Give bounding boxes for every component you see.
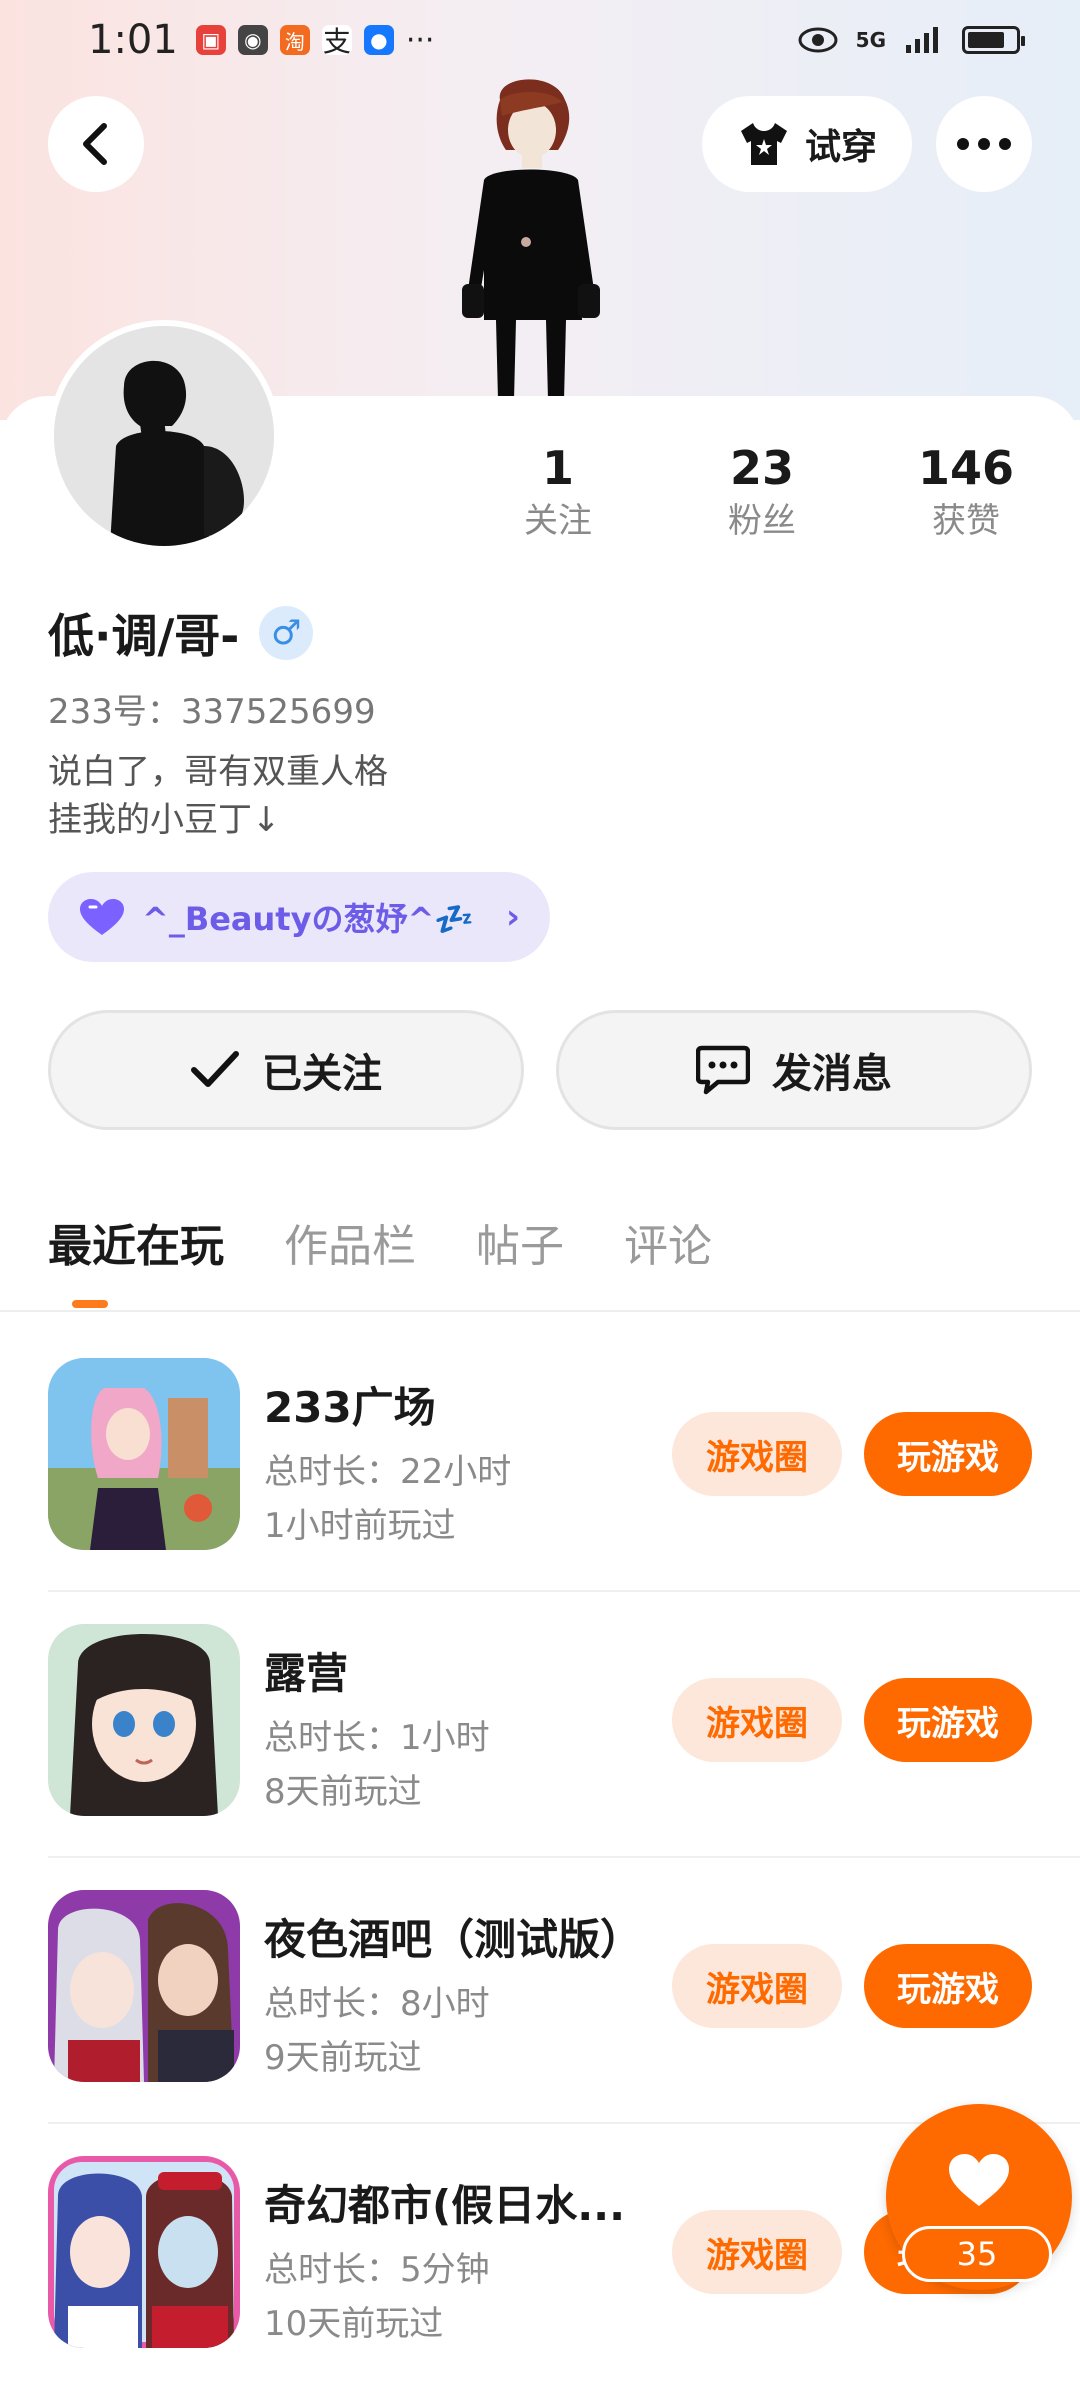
game-list-item[interactable]: 夜色酒吧（测试版） 总时长：8小时 9天前玩过 游戏圈 玩游戏	[48, 1890, 1032, 2086]
following-label: 已关注	[262, 1051, 382, 1097]
profile-tabs: 最近在玩 作品栏 帖子 评论	[48, 1210, 712, 1274]
bio-line-1: 说白了，哥有双重人格	[48, 752, 388, 792]
status-bar: 1:01 ▣ ◉ 淘 支 ● ··· 5G	[0, 0, 1080, 80]
game-icon-camping[interactable]	[48, 1624, 240, 1816]
tab-posts[interactable]: 帖子	[476, 1210, 564, 1274]
name-row: 低·调/哥- ♂	[48, 600, 314, 666]
try-on-label: 试穿	[804, 127, 877, 168]
stat-following-label: 关注	[524, 501, 592, 541]
game-last-played: 1小时前玩过	[264, 1506, 456, 1546]
check-icon	[191, 1051, 239, 1087]
stat-fans-label: 粉丝	[728, 501, 796, 541]
game-icon-233-plaza[interactable]	[48, 1358, 240, 1550]
tab-recently-played[interactable]: 最近在玩	[48, 1210, 224, 1274]
stat-following[interactable]: 1 关注	[458, 440, 658, 546]
game-title: 233广场	[264, 1383, 436, 1432]
game-icon-fantasy-city[interactable]	[48, 2156, 240, 2348]
stat-likes-label: 获赞	[932, 501, 1000, 541]
tabs-divider	[0, 1310, 1080, 1312]
profile-bio: 说白了，哥有双重人格 挂我的小豆丁↓	[48, 748, 388, 844]
alipay-icon: 支	[321, 25, 352, 58]
send-message-button[interactable]: 发消息	[556, 1010, 1032, 1130]
game-thumbnail	[48, 2156, 240, 2348]
play-game-button[interactable]: 玩游戏	[864, 1412, 1032, 1496]
game-icon-night-bar[interactable]	[48, 1890, 240, 2082]
network-type: 5G	[855, 28, 886, 52]
wechat-icon: ◉	[237, 25, 268, 55]
like-count-badge: 35	[902, 2226, 1052, 2282]
shirt-icon	[740, 123, 787, 165]
gender-male-icon: ♂	[259, 606, 314, 660]
back-button[interactable]	[48, 96, 144, 192]
game-list-item[interactable]: 露营 总时长：1小时 8天前玩过 游戏圈 玩游戏	[48, 1624, 1032, 1820]
game-last-played: 9天前玩过	[264, 2038, 422, 2078]
profile-uid[interactable]: 233号：337525699	[48, 684, 376, 733]
bio-line-2: 挂我的小豆丁↓	[48, 800, 281, 840]
more-dots-icon	[957, 138, 1011, 150]
game-circle-button[interactable]: 游戏圈	[672, 1678, 842, 1762]
tab-works[interactable]: 作品栏	[284, 1210, 416, 1274]
relationship-tag[interactable]: ^_Beautyの葱妤^💤 ›	[48, 872, 550, 962]
game-circle-button[interactable]: 游戏圈	[672, 2210, 842, 2294]
play-game-button[interactable]: 玩游戏	[864, 1944, 1032, 2028]
avatar-3d-character	[462, 79, 600, 400]
game-duration: 总时长：5分钟	[264, 2250, 490, 2290]
tab-comments[interactable]: 评论	[624, 1210, 712, 1274]
stat-likes-value: 146	[917, 441, 1015, 495]
row-divider	[48, 1856, 1080, 1858]
more-notifications-icon: ···	[405, 22, 435, 58]
game-list-item[interactable]: 奇幻都市(假日水... 总时长：5分钟 10天前玩过 游戏圈 玩游戏	[48, 2156, 1032, 2352]
game-circle-button[interactable]: 游戏圈	[672, 1412, 842, 1496]
stat-fans[interactable]: 23 粉丝	[662, 440, 862, 546]
play-game-button[interactable]: 玩游戏	[864, 1678, 1032, 1762]
game-title: 露营	[264, 1649, 349, 1698]
active-tab-indicator	[72, 1300, 108, 1308]
game-title: 奇幻都市(假日水...	[264, 2181, 626, 2230]
more-options-button[interactable]	[936, 96, 1032, 192]
chevron-right-icon: ›	[505, 897, 520, 937]
profile-name: 低·调/哥-	[48, 609, 240, 663]
game-title: 夜色酒吧（测试版）	[264, 1915, 643, 1964]
game-duration: 总时长：1小时	[264, 1718, 490, 1758]
game-thumbnail	[48, 1358, 240, 1550]
signal-icon	[906, 27, 938, 53]
status-time: 1:01	[88, 17, 178, 63]
heart-icon	[80, 899, 124, 935]
taobao-icon: 淘	[279, 25, 310, 55]
game-duration: 总时长：8小时	[264, 1984, 490, 2024]
send-message-label: 发消息	[772, 1051, 892, 1097]
following-button[interactable]: 已关注	[48, 1010, 524, 1130]
battery-icon	[962, 26, 1025, 54]
try-on-button[interactable]: 试穿	[702, 96, 912, 192]
row-divider	[48, 1590, 1080, 1592]
game-duration: 总时长：22小时	[264, 1452, 512, 1492]
eye-icon	[798, 27, 838, 53]
game-circle-button[interactable]: 游戏圈	[672, 1944, 842, 2028]
stat-following-value: 1	[541, 441, 574, 495]
game-thumbnail	[48, 1890, 240, 2082]
chat-bubble-icon	[696, 1045, 750, 1095]
game-thumbnail	[48, 1624, 240, 1816]
back-arrow-icon	[83, 123, 107, 165]
stat-likes[interactable]: 146 获赞	[866, 440, 1066, 546]
game-list-item[interactable]: 233广场 总时长：22小时 1小时前玩过 游戏圈 玩游戏	[48, 1358, 1032, 1554]
heart-icon	[949, 2154, 1009, 2206]
notification-app-icon: ▣	[195, 25, 226, 55]
game-last-played: 8天前玩过	[264, 1772, 422, 1812]
bulb-app-icon: ●	[363, 25, 394, 55]
game-last-played: 10天前玩过	[264, 2304, 444, 2344]
stat-fans-value: 23	[729, 441, 794, 495]
status-app-icons: ▣ ◉ 淘 支 ● ···	[195, 22, 435, 58]
profile-stats: 1 关注 23 粉丝 146 获赞	[0, 440, 1080, 560]
status-right: 5G	[798, 25, 1025, 55]
relationship-tag-label: ^_Beautyの葱妤^💤	[142, 900, 475, 938]
